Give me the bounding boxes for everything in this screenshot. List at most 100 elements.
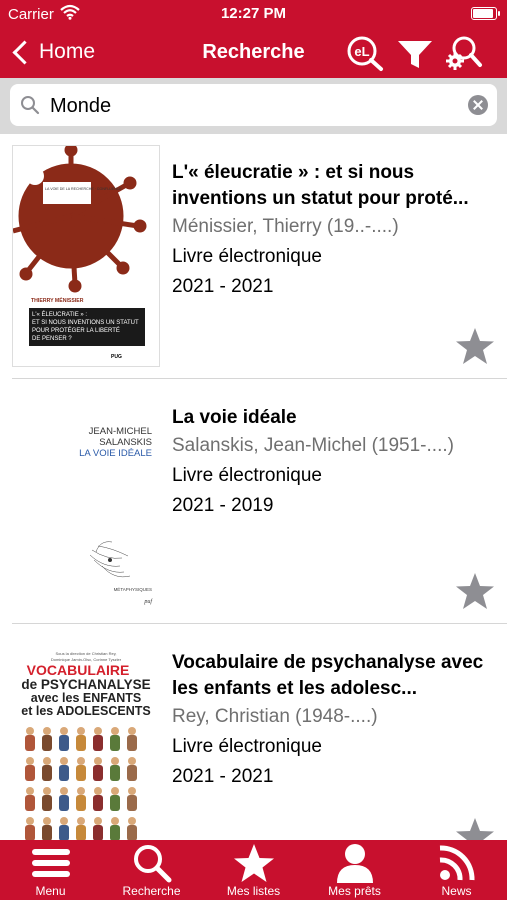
rss-icon	[439, 845, 475, 881]
book-cover: Sous la direction de Christian Rey, Domi…	[12, 635, 160, 840]
doll-head	[128, 757, 136, 765]
tab-label: Mes listes	[226, 884, 281, 898]
doll-head	[43, 757, 51, 765]
tab-menu[interactable]: Menu	[0, 840, 101, 900]
cover-title-line-1: L'« ÉLEUCRATIE » :	[32, 311, 87, 318]
user-icon	[337, 844, 373, 883]
result-info: Vocabulaire de psychanalyse avec les enf…	[172, 650, 497, 792]
book-cover-art: Sous la direction de Christian Rey, Domi…	[21, 651, 151, 840]
menu-icon	[32, 849, 70, 877]
result-date: 2021 - 2021	[172, 276, 274, 297]
doll-head	[111, 727, 119, 735]
doll-body	[93, 765, 103, 781]
result-author: Salanskis, Jean-Michel (1951-....)	[172, 435, 454, 456]
doll-body	[76, 825, 86, 840]
cover-line-3: avec les ENFANTS	[31, 691, 141, 705]
doll-head	[43, 727, 51, 735]
cover-title-line-3: POUR PROTÉGER LA LIBERTÉ	[32, 327, 120, 334]
navigation-bar: Home Recherche eL	[0, 28, 507, 78]
doll-head	[111, 787, 119, 795]
doll-head	[77, 817, 85, 825]
cover-editors-top: Sous la direction de Christian Rey,	[55, 651, 116, 656]
cover-author-line-2: SALANSKIS	[99, 437, 152, 448]
result-info: L'« éleucratie » : et si nous inventions…	[172, 160, 497, 302]
result-author: Rey, Christian (1948-....)	[172, 706, 378, 727]
search-bar	[0, 78, 507, 134]
book-cover-art: JEAN-MICHEL SALANSKIS LA VOIE IDÉALE MÉT…	[79, 426, 153, 605]
doll-head	[128, 817, 136, 825]
doll-body	[110, 735, 120, 751]
doll-head	[94, 757, 102, 765]
cover-publisher: puf	[143, 598, 153, 605]
filter-icon[interactable]	[395, 34, 435, 72]
doll-body	[76, 795, 86, 811]
search-icon	[21, 96, 40, 115]
result-item[interactable]: Sous la direction de Christian Rey, Domi…	[0, 624, 507, 840]
result-item[interactable]: LA VOIE DE LA RECHERCHE · CONFLUENCE THI…	[0, 134, 507, 379]
cover-author-line-1: JEAN-MICHEL	[89, 426, 152, 437]
clear-search-icon[interactable]	[468, 95, 488, 115]
cover-author: THIERRY MÉNISSIER	[31, 296, 84, 304]
doll-head	[77, 757, 85, 765]
tab-bar: Menu Recherche Mes listes Mes prêts News	[0, 840, 507, 900]
cover-collection: MÉTAPHYSIQUES	[114, 586, 152, 592]
result-title: La voie idéale	[172, 407, 297, 428]
doll-body	[25, 765, 35, 781]
favorite-star-icon[interactable]	[455, 572, 495, 610]
doll-body	[127, 795, 137, 811]
favorite-star-icon[interactable]	[455, 817, 495, 840]
tab-label: News	[441, 884, 472, 898]
doll-body	[42, 825, 52, 840]
result-date: 2021 - 2019	[172, 495, 274, 516]
doll-head	[26, 787, 34, 795]
search-icon	[134, 845, 172, 883]
doll-head	[128, 787, 136, 795]
tab-news[interactable]: News	[406, 840, 507, 900]
back-button[interactable]: Home	[10, 36, 95, 68]
doll-body	[59, 825, 69, 840]
favorite-star-icon[interactable]	[455, 327, 495, 365]
doll-body	[76, 735, 86, 751]
doll-head	[60, 817, 68, 825]
tab-mes-listes[interactable]: Mes listes	[203, 840, 304, 900]
book-cover: LA VOIE DE LA RECHERCHE · CONFLUENCE THI…	[12, 145, 160, 367]
elibrary-search-icon[interactable]: eL	[345, 34, 385, 72]
doll-head	[43, 817, 51, 825]
result-title: L'« éleucratie » : et si nous inventions…	[172, 162, 469, 209]
result-info: La voie idéale Salanskis, Jean-Michel (1…	[172, 405, 497, 521]
doll-head	[77, 787, 85, 795]
doll-head	[60, 787, 68, 795]
doll-body	[110, 765, 120, 781]
dolls-illustration	[25, 727, 137, 840]
result-item[interactable]: JEAN-MICHEL SALANSKIS LA VOIE IDÉALE MÉT…	[0, 379, 507, 624]
status-bar: Carrier 12:27 PM	[0, 0, 507, 28]
search-input[interactable]	[48, 90, 452, 122]
tab-label: Menu	[35, 884, 66, 898]
doll-body	[127, 825, 137, 840]
chevron-left-icon	[12, 39, 37, 65]
results-list: LA VOIE DE LA RECHERCHE · CONFLUENCE THI…	[0, 134, 507, 840]
cover-title-line-2: ET SI NOUS INVENTIONS UN STATUT	[32, 320, 139, 326]
result-type: Livre électronique	[172, 736, 322, 757]
cover-line-4: et les ADOLESCENTS	[21, 704, 150, 718]
result-type: Livre électronique	[172, 246, 322, 267]
result-author: Ménissier, Thierry (19..-....)	[172, 216, 399, 237]
advanced-search-icon[interactable]	[443, 34, 483, 72]
tab-mes-prets[interactable]: Mes prêts	[304, 840, 405, 900]
doll-body	[127, 765, 137, 781]
doll-body	[59, 735, 69, 751]
doll-head	[111, 817, 119, 825]
doll-body	[93, 735, 103, 751]
tab-label: Mes prêts	[328, 884, 381, 898]
doll-body	[25, 735, 35, 751]
doll-head	[26, 757, 34, 765]
cover-title-line-4: DE PENSER ?	[32, 336, 72, 342]
cover-title: LA VOIE IDÉALE	[79, 448, 152, 459]
doll-body	[42, 765, 52, 781]
doll-head	[128, 727, 136, 735]
doll-body	[42, 795, 52, 811]
doll-head	[43, 787, 51, 795]
tab-recherche[interactable]: Recherche	[101, 840, 202, 900]
doll-body	[25, 825, 35, 840]
search-field[interactable]	[10, 84, 497, 126]
